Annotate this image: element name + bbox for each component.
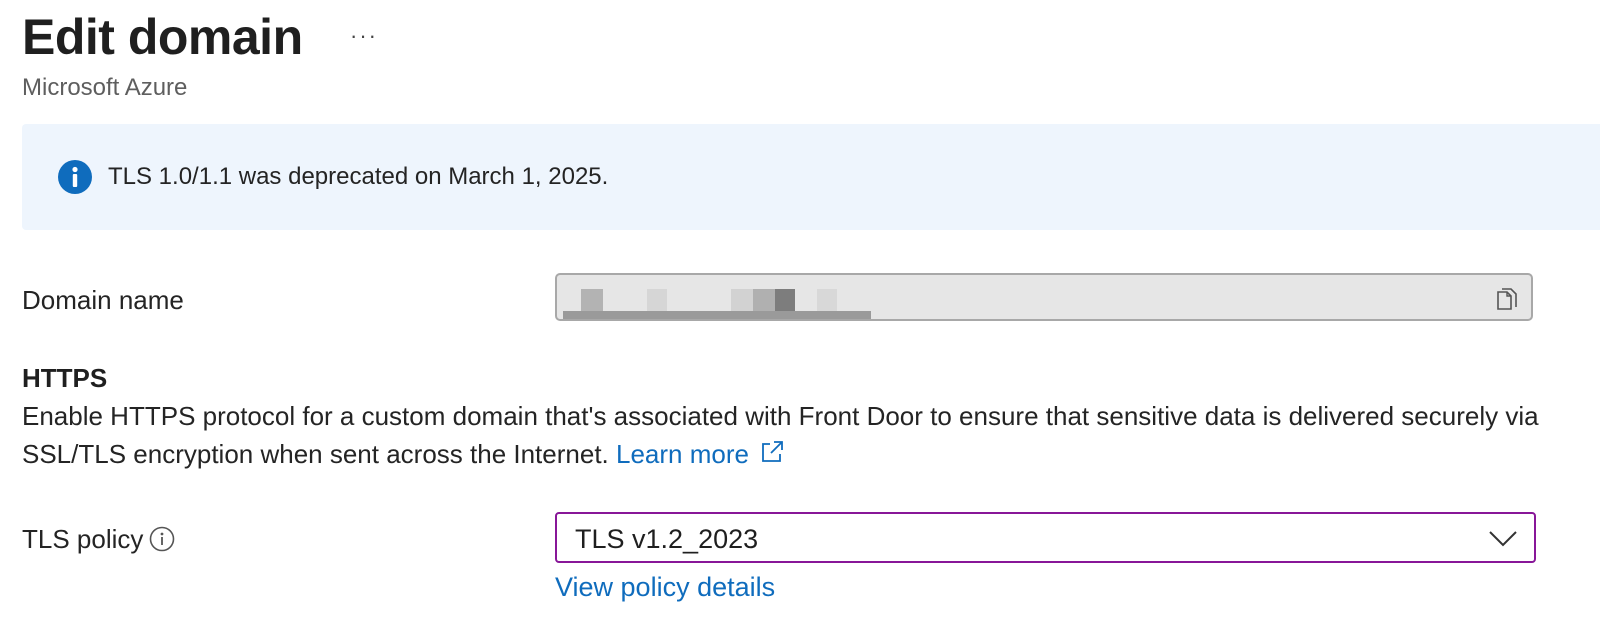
banner-message: TLS 1.0/1.1 was deprecated on March 1, 2… (108, 163, 609, 190)
tls-policy-selected-value: TLS v1.2_2023 (575, 524, 759, 554)
info-banner: TLS 1.0/1.1 was deprecated on March 1, 2… (22, 124, 1600, 230)
tls-policy-label: TLS policy (22, 524, 144, 554)
learn-more-link[interactable]: Learn more (616, 439, 785, 469)
domain-name-field[interactable] (555, 273, 1533, 321)
https-description: Enable HTTPS protocol for a custom domai… (22, 397, 1582, 473)
view-policy-details-link[interactable]: View policy details (555, 570, 775, 604)
page-subtitle: Microsoft Azure (22, 74, 188, 101)
info-circle-icon[interactable] (149, 526, 175, 552)
https-heading: HTTPS (22, 363, 108, 393)
copy-icon[interactable] (1495, 287, 1519, 313)
chevron-down-icon (1489, 531, 1517, 547)
tls-policy-dropdown[interactable]: TLS v1.2_2023 (555, 512, 1536, 563)
external-link-icon (762, 441, 783, 462)
page-title: Edit domain (22, 9, 303, 65)
more-options-button[interactable]: ··· (346, 22, 382, 50)
tls-policy-label-row: TLS policy (22, 523, 175, 555)
edit-domain-page: Edit domain ··· Microsoft Azure TLS 1.0/… (0, 0, 1600, 626)
domain-name-label: Domain name (22, 285, 184, 315)
learn-more-label: Learn more (616, 439, 749, 469)
info-icon (58, 160, 92, 194)
